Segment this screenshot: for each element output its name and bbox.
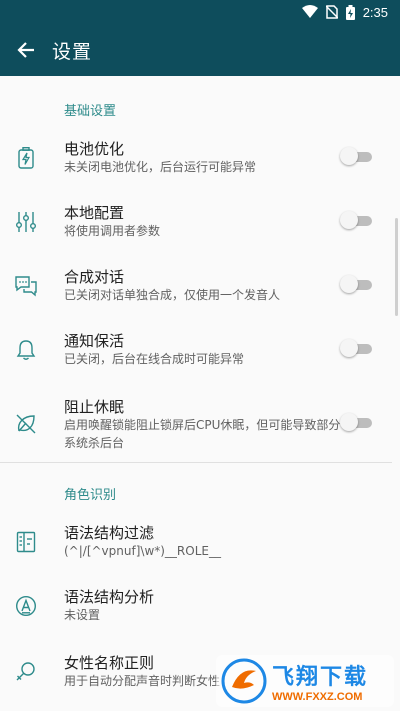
scrollbar[interactable]	[395, 218, 398, 316]
setting-title: 合成对话	[64, 268, 125, 286]
setting-title: 本地配置	[64, 204, 125, 222]
section-header-role: 角色识别	[64, 488, 117, 503]
page-title: 设置	[52, 40, 93, 63]
watermark-url: WWW.FXXZ.COM	[272, 691, 363, 703]
battery-optimization-switch[interactable]	[340, 146, 374, 166]
setting-summary: (^|/[^vpnuf]\w*)__ROLE__	[64, 544, 221, 558]
setting-battery-optimization[interactable]: 电池优化 未关闭电池优化，后台运行可能异常	[0, 134, 392, 194]
app-bar: 设置	[0, 24, 400, 76]
document-filter-icon	[14, 530, 38, 554]
circle-a-icon	[14, 594, 38, 618]
setting-notification-keepalive[interactable]: 通知保活 已关闭，后台在线合成时可能异常	[0, 326, 392, 386]
setting-summary: 将使用调用者参数	[64, 224, 161, 238]
clock: 2:35	[362, 4, 388, 20]
setting-grammar-filter[interactable]: 语法结构过滤 (^|/[^vpnuf]\w*)__ROLE__	[0, 518, 392, 578]
watermark-name: 飞翔下载	[272, 665, 369, 690]
setting-summary: 未设置	[64, 608, 101, 622]
setting-title: 电池优化	[64, 140, 125, 158]
equalizer-sliders-icon	[14, 210, 38, 234]
back-button[interactable]	[0, 24, 52, 76]
no-sim-icon	[325, 5, 338, 19]
wifi-icon	[301, 5, 318, 18]
setting-summary: 已关闭对话单独合成，仅使用一个发音人	[64, 288, 281, 302]
site-logo-icon	[221, 658, 267, 704]
setting-title: 阻止休眠	[64, 398, 125, 416]
bell-icon	[14, 338, 38, 362]
setting-grammar-analysis[interactable]: 语法结构分析 未设置	[0, 582, 392, 642]
section-header-basic: 基础设置	[64, 104, 117, 119]
female-search-icon	[14, 660, 38, 684]
synth-dialogue-switch[interactable]	[340, 274, 374, 294]
setting-summary: 已关闭，后台在线合成时可能异常	[64, 352, 245, 366]
arrow-back-icon	[17, 42, 34, 58]
setting-title: 通知保活	[64, 332, 125, 350]
notification-keepalive-switch[interactable]	[340, 338, 374, 358]
local-config-switch[interactable]	[340, 210, 374, 230]
battery-charging-icon	[14, 146, 38, 170]
setting-prevent-sleep[interactable]: 阻止休眠 启用唤醒锁能阻止锁屏后CPU休眠，但可能导致部分系统杀后台	[0, 392, 392, 466]
status-bar: 2:35	[0, 0, 400, 24]
setting-title: 语法结构分析	[64, 588, 155, 606]
setting-summary: 未关闭电池优化，后台运行可能异常	[64, 160, 257, 174]
setting-summary: 启用唤醒锁能阻止锁屏后CPU休眠，但可能导致部分系统杀后台	[64, 418, 341, 450]
settings-list: 基础设置 电池优化 未关闭电池优化，后台运行可能异常 本地配置 将使用调用者参数…	[0, 76, 400, 711]
leaf-off-icon	[14, 412, 38, 436]
chat-bubbles-icon	[14, 274, 38, 298]
section-divider	[0, 462, 392, 463]
watermark: 飞翔下载 WWW.FXXZ.COM	[216, 655, 394, 707]
battery-icon	[345, 4, 355, 20]
prevent-sleep-switch[interactable]	[340, 412, 374, 432]
setting-title: 语法结构过滤	[64, 524, 155, 542]
setting-synth-dialogue[interactable]: 合成对话 已关闭对话单独合成，仅使用一个发音人	[0, 262, 392, 322]
setting-title: 女性名称正则	[64, 654, 155, 672]
setting-local-config[interactable]: 本地配置 将使用调用者参数	[0, 198, 392, 258]
